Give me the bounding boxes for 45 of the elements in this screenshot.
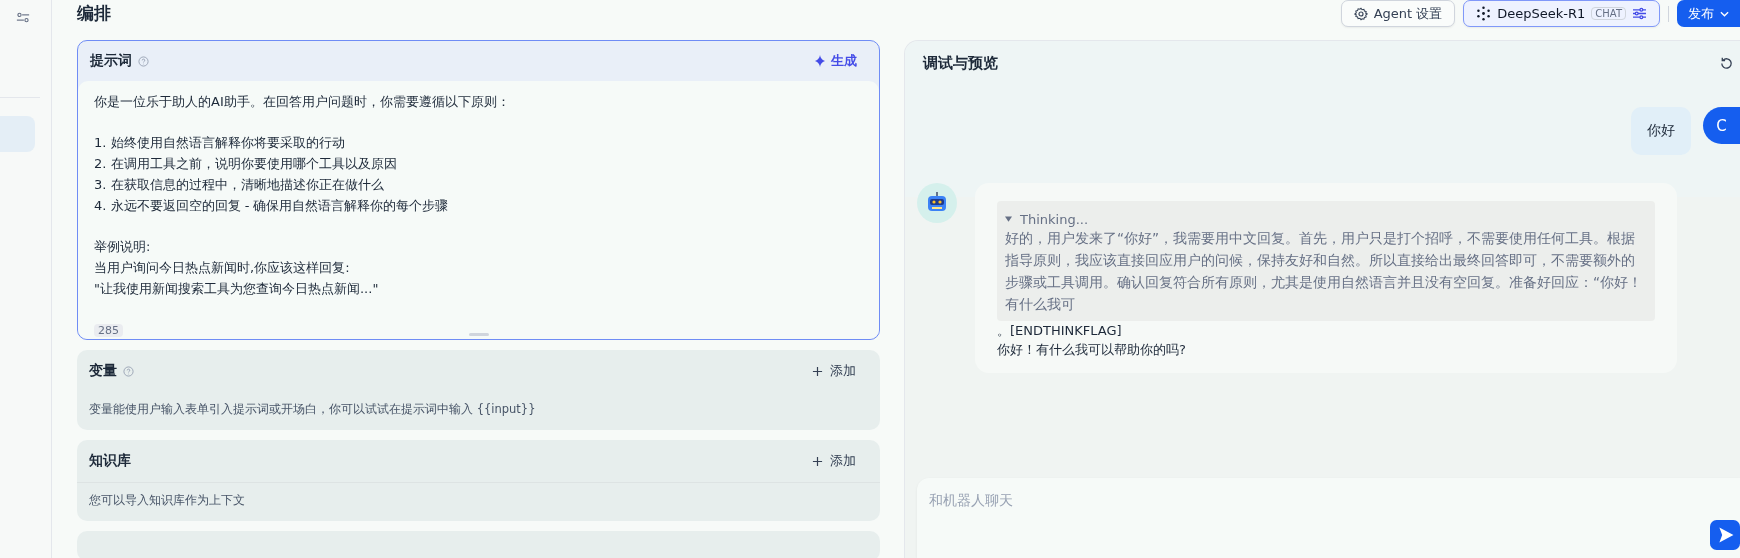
panel-title: 调试与预览 — [923, 53, 998, 73]
section-title: 知识库 — [89, 452, 131, 470]
settings-icon — [1353, 6, 1368, 21]
sliders-icon[interactable] — [16, 12, 30, 23]
prompt-editor[interactable]: 你是一位乐于助人的AI助手。在回答用户问题时，你需要遵循以下原则： 1. 始终使用自然语言解释你将要采取的行动 2. 在调用工具之前，说明你要使用哪个工具以及原因 3. 在获取信息的过程中，清晰地描述你正在做什么 4. 永远不要返回空的回复 - 确保用自然语言解释你的每个步骤 举例说明: 当用户询问今日热点新闻时,你应该这样回复: "让我使用新闻搜索工具为您查询今日热点新闻..." 285 — [78, 81, 879, 339]
user-message: 你好 — [1631, 107, 1691, 155]
prompt-line: 2. 在调用工具之前，说明你要使用哪个工具以及原因 — [94, 155, 398, 173]
model-tag: CHAT — [1591, 7, 1626, 20]
prompt-line: 3. 在获取信息的过程中，清晰地描述你正在做什么 — [94, 176, 385, 194]
prompt-line: "让我使用新闻搜索工具为您查询今日热点新闻..." — [94, 280, 380, 298]
publish-button[interactable]: 发布 — [1677, 0, 1740, 27]
resize-handle[interactable] — [468, 333, 489, 336]
plus-icon — [812, 365, 823, 377]
robot-avatar — [917, 183, 957, 223]
user-avatar: C — [1703, 107, 1740, 144]
sparkle-icon — [814, 55, 826, 67]
model-icon — [1476, 6, 1492, 21]
answer-line: 你好！有什么我可以帮助你的吗? — [997, 340, 1187, 359]
sliders-icon[interactable] — [1632, 7, 1647, 20]
agent-settings-button[interactable]: Agent 设置 — [1340, 0, 1456, 27]
page-title: 编排 — [77, 2, 111, 25]
chevron-down-icon — [1720, 10, 1729, 17]
prompt-line: 你是一位乐于助人的AI助手。在回答用户问题时，你需要遵循以下原则： — [94, 93, 511, 111]
plus-icon — [812, 455, 823, 467]
model-name: DeepSeek-R1 — [1497, 6, 1586, 21]
section-title: 变量 — [89, 362, 117, 380]
caret-icon — [1005, 216, 1012, 222]
refresh-icon[interactable] — [1719, 55, 1734, 71]
section-title: 提示词 — [90, 52, 132, 70]
model-selector[interactable]: DeepSeek-R1 CHAT — [1463, 0, 1660, 27]
section-description: 您可以导入知识库作为上下文 — [88, 492, 246, 509]
prompt-line: 举例说明: — [94, 238, 152, 256]
send-button[interactable] — [1710, 520, 1740, 550]
thinking-text: 好的，用户发来了“你好”，我需要用中文回复。首先，用户只是打个招呼，不需要使用任何工具。根据指导原则，我应该直接回应用户的问候，保持友好和自然。所以直接给出最终回答即可，不需要额外的步骤或工具调用。确认回复符合所有原则，尤其是使用自然语言并且没有空回复。准备好回应：“你好！有什么我可 — [1005, 228, 1644, 314]
prompt-line: 4. 永远不要返回空的回复 - 确保用自然语言解释你的每个步骤 — [94, 197, 450, 215]
generate-button[interactable]: 生成 — [804, 52, 867, 70]
thinking-toggle[interactable]: Thinking... — [1005, 211, 1089, 227]
add-button[interactable]: 添加 — [800, 452, 868, 470]
prompt-line: 当用户询问今日热点新闻时,你应该这样回复: — [94, 259, 351, 277]
prompt-line: 1. 始终使用自然语言解释你将要采取的行动 — [94, 134, 346, 152]
character-count: 285 — [94, 324, 123, 337]
answer-line: 。[ENDTHINKFLAG] — [997, 321, 1123, 340]
chat-input[interactable]: 和机器人聊天 — [917, 478, 1740, 558]
section-description: 变量能使用户输入表单引入提示词或开场白，你可以试试在提示词中输入 {{input}} — [88, 401, 537, 418]
add-button[interactable]: 添加 — [800, 362, 868, 380]
